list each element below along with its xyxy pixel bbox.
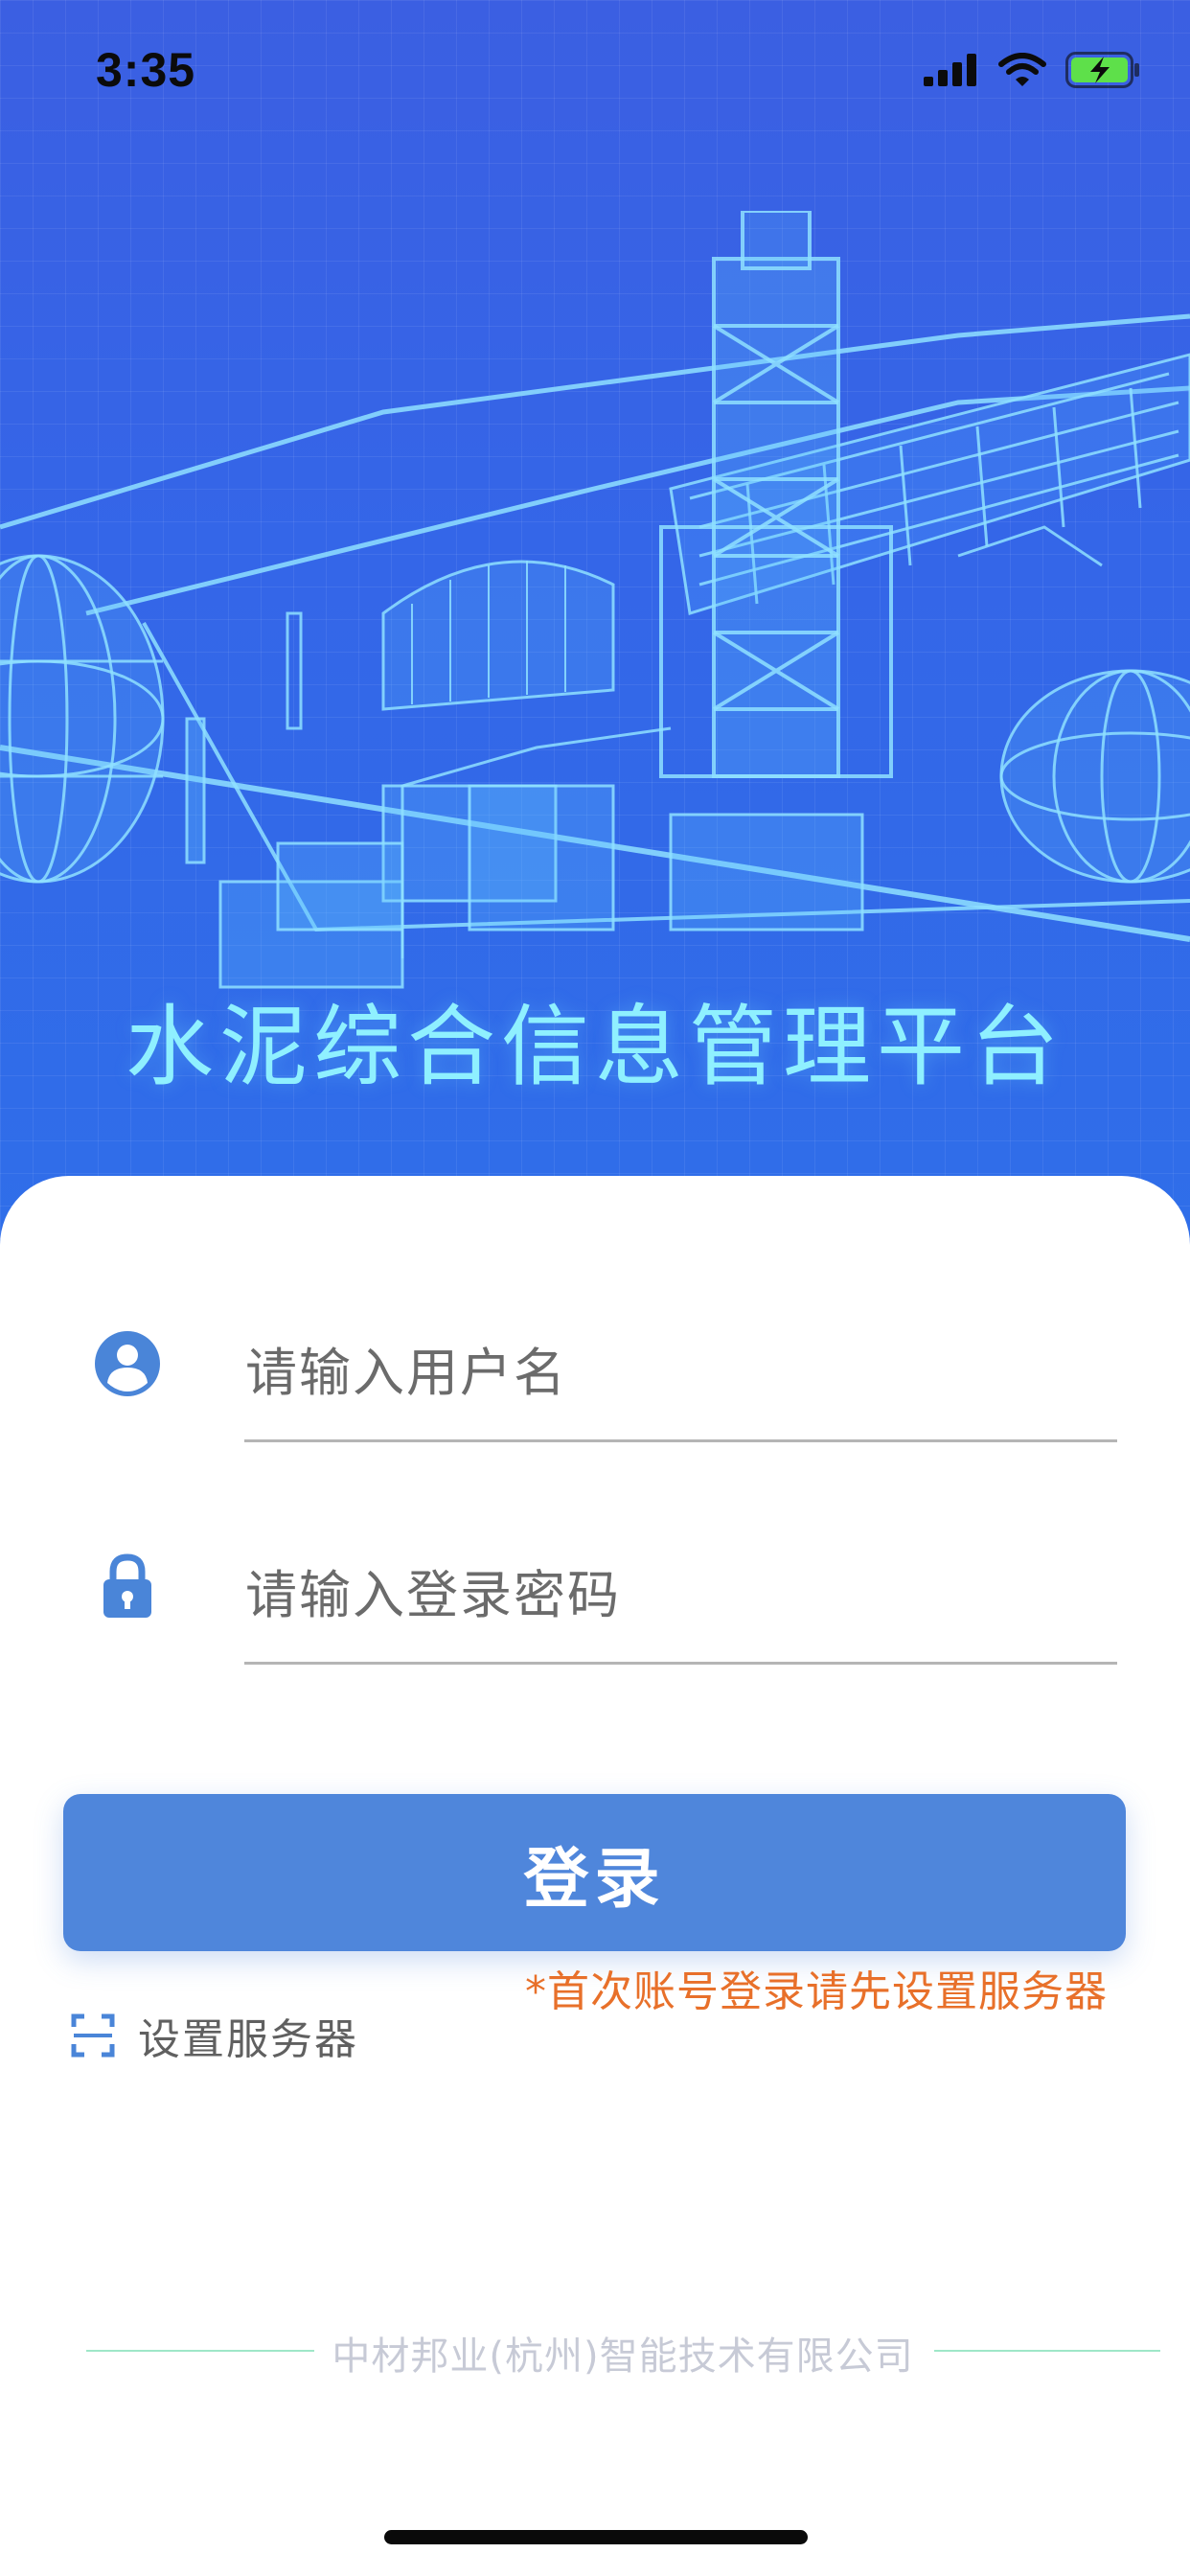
hero-banner: 3:35 水泥综合信息管理平台 — [0, 0, 1190, 1246]
home-indicator[interactable] — [384, 2530, 808, 2544]
lock-icon — [103, 1553, 151, 1618]
user-icon — [95, 1331, 160, 1396]
status-bar: 3:35 — [0, 0, 1190, 144]
footer-divider-right — [934, 2350, 1160, 2352]
company-name: 中材邦业(杭州)智能技术有限公司 — [332, 2334, 914, 2379]
username-field[interactable]: 请输入用户名 — [0, 1296, 1190, 1449]
status-icons — [924, 52, 1142, 88]
wifi-icon — [998, 53, 1046, 86]
app-title: 水泥综合信息管理平台 — [125, 996, 1064, 1098]
password-field[interactable]: 请输入登录密码 — [0, 1518, 1190, 1671]
first-login-note: *首次账号登录请先设置服务器 — [525, 1967, 1108, 2016]
username-input[interactable]: 请输入用户名 — [245, 1330, 567, 1406]
password-input[interactable]: 请输入登录密码 — [245, 1552, 621, 1628]
login-button-label: 登录 — [523, 1841, 666, 1918]
password-underline — [244, 1662, 1117, 1665]
set-server-label: 设置服务器 — [138, 2015, 358, 2064]
cement-plant-illustration — [0, 211, 1190, 989]
login-button[interactable]: 登录 — [63, 1794, 1126, 1951]
signal-icon — [924, 54, 976, 86]
set-server-link[interactable]: 设置服务器 — [71, 2005, 358, 2066]
footer: 中材邦业(杭州)智能技术有限公司 — [0, 2321, 1190, 2379]
status-time: 3:35 — [96, 43, 196, 97]
battery-charging-icon — [1065, 52, 1139, 88]
scan-icon — [71, 2013, 115, 2058]
username-underline — [244, 1439, 1117, 1442]
